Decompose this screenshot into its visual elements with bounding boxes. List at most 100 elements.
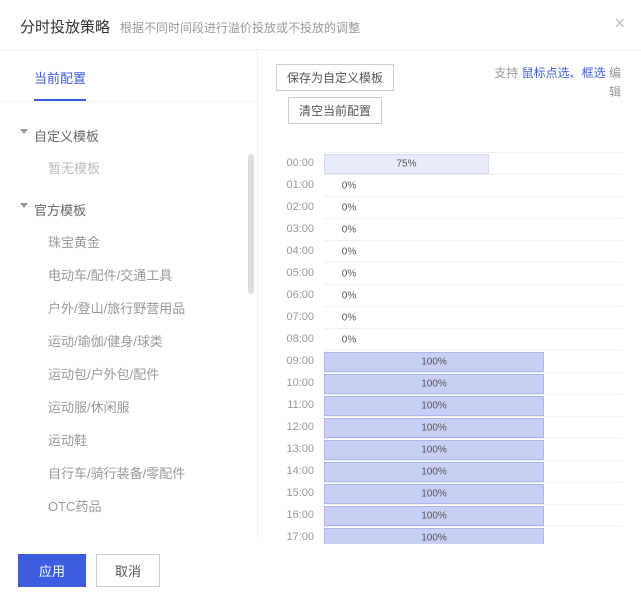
time-slot-label: 14:00 xyxy=(276,465,324,477)
time-slot-label: 13:00 xyxy=(276,443,324,455)
time-slot-bar-wrap[interactable]: 0% xyxy=(324,196,623,218)
template-item[interactable]: 珠宝黄金 xyxy=(0,225,257,258)
time-slot-row[interactable]: 03:000% xyxy=(276,218,623,240)
time-slot-row[interactable]: 00:0075% xyxy=(276,152,623,174)
group-official-templates[interactable]: 官方模板 xyxy=(0,194,257,225)
time-slot-bar-wrap[interactable]: 0% xyxy=(324,328,623,350)
time-slot-bar-wrap[interactable]: 100% xyxy=(324,504,623,526)
group-label: 官方模板 xyxy=(34,203,86,218)
modal-footer: 应用 取消 xyxy=(0,544,641,597)
time-slot-bar[interactable]: 100% xyxy=(324,396,544,416)
time-slot-label: 01:00 xyxy=(276,179,324,191)
time-slot-bar-wrap[interactable]: 0% xyxy=(324,284,623,306)
time-slot-bar[interactable]: 75% xyxy=(324,154,489,174)
time-slot-bar[interactable]: 0% xyxy=(324,198,374,218)
time-slot-label: 15:00 xyxy=(276,487,324,499)
save-as-template-button[interactable]: 保存为自定义模板 xyxy=(276,64,394,91)
time-slot-label: 16:00 xyxy=(276,509,324,521)
time-slot-bar-wrap[interactable]: 0% xyxy=(324,306,623,328)
time-slot-label: 05:00 xyxy=(276,267,324,279)
time-slot-label: 09:00 xyxy=(276,355,324,367)
time-slot-bar-wrap[interactable]: 0% xyxy=(324,174,623,196)
time-slot-value: 0% xyxy=(342,334,356,345)
time-slot-bar[interactable]: 100% xyxy=(324,352,544,372)
time-slot-bar[interactable]: 0% xyxy=(324,176,374,196)
time-slot-bar[interactable]: 0% xyxy=(324,286,374,306)
time-slot-bar[interactable]: 0% xyxy=(324,220,374,240)
group-custom-templates[interactable]: 自定义模板 xyxy=(0,120,257,151)
time-slot-value: 100% xyxy=(421,488,447,499)
time-slot-row[interactable]: 09:00 100% xyxy=(276,350,623,372)
time-slot-bar[interactable]: 0% xyxy=(324,242,374,262)
time-slot-bar-wrap[interactable]: 100% xyxy=(324,482,623,504)
time-slot-value: 100% xyxy=(421,532,447,543)
hint-mouse: 鼠标点选 xyxy=(522,66,570,80)
time-slot-bar-wrap[interactable]: 75% xyxy=(324,152,623,174)
time-slot-row[interactable]: 15:00 100% xyxy=(276,482,623,504)
time-slot-label: 17:00 xyxy=(276,531,324,543)
time-slot-value: 100% xyxy=(421,356,447,367)
time-slot-row[interactable]: 06:000% xyxy=(276,284,623,306)
template-item[interactable]: 户外/登山/旅行野营用品 xyxy=(0,291,257,324)
apply-button[interactable]: 应用 xyxy=(18,554,86,587)
template-item[interactable]: 运动鞋 xyxy=(0,423,257,456)
time-slot-bar[interactable]: 100% xyxy=(324,374,544,394)
time-slot-row[interactable]: 07:000% xyxy=(276,306,623,328)
time-slot-value: 0% xyxy=(342,268,356,279)
template-item[interactable]: 精制中药材 xyxy=(0,522,257,532)
time-slot-bar-wrap[interactable]: 100% xyxy=(324,438,623,460)
time-slot-bar-wrap[interactable]: 100% xyxy=(324,394,623,416)
template-item[interactable]: OTC药品 xyxy=(0,489,257,522)
time-slot-row[interactable]: 14:00100% xyxy=(276,460,623,482)
template-item[interactable]: 运动包/户外包/配件 xyxy=(0,357,257,390)
time-slot-bar-wrap[interactable]: 100% xyxy=(324,350,623,372)
time-slot-bar-wrap[interactable]: 100% xyxy=(324,372,623,394)
time-slot-bar-wrap[interactable]: 100% xyxy=(324,416,623,438)
time-slot-value: 0% xyxy=(342,202,356,213)
time-slot-value: 0% xyxy=(342,246,356,257)
time-slot-row[interactable]: 02:000% xyxy=(276,196,623,218)
time-slot-row[interactable]: 12:00100% xyxy=(276,416,623,438)
time-slot-row[interactable]: 10:00100% xyxy=(276,372,623,394)
template-item[interactable]: 运动/瑜伽/健身/球类 xyxy=(0,324,257,357)
template-item[interactable]: 运动服/休闲服 xyxy=(0,390,257,423)
time-slot-bar[interactable]: 100% xyxy=(324,440,544,460)
time-slot-value: 0% xyxy=(342,224,356,235)
time-slot-bar[interactable]: 100% xyxy=(324,506,544,526)
time-slot-bar-wrap[interactable]: 0% xyxy=(324,240,623,262)
time-slot-bar-wrap[interactable]: 0% xyxy=(324,262,623,284)
template-item[interactable]: 电动车/配件/交通工具 xyxy=(0,258,257,291)
clear-config-button[interactable]: 清空当前配置 xyxy=(288,97,382,124)
time-slot-row[interactable]: 08:000% xyxy=(276,328,623,350)
template-item[interactable]: 自行车/骑行装备/零配件 xyxy=(0,456,257,489)
hint-sep: 、 xyxy=(570,66,582,80)
time-slot-bar[interactable]: 100% xyxy=(324,462,544,482)
cancel-button[interactable]: 取消 xyxy=(96,554,160,587)
time-slot-value: 100% xyxy=(421,378,447,389)
time-slot-bar[interactable]: 0% xyxy=(324,308,374,328)
time-slot-chart[interactable]: 00:0075%01:000%02:000%03:000%04:000%05:0… xyxy=(276,152,623,552)
time-slot-bar-wrap[interactable]: 0% xyxy=(324,218,623,240)
time-slot-bar-wrap[interactable]: 100% xyxy=(324,460,623,482)
time-slot-label: 06:00 xyxy=(276,289,324,301)
close-icon[interactable]: × xyxy=(614,14,625,32)
modal-subtitle: 根据不同时间段进行溢价投放或不投放的调整 xyxy=(120,19,360,36)
time-slot-bar[interactable]: 0% xyxy=(324,264,374,284)
tab-current-config[interactable]: 当前配置 xyxy=(34,64,86,91)
time-slot-row[interactable]: 04:000% xyxy=(276,240,623,262)
tabs: 当前配置 xyxy=(0,50,257,101)
time-slot-row[interactable]: 05:00 0% xyxy=(276,262,623,284)
right-panel: 保存为自定义模板 清空当前配置 支持 鼠标点选、框选 编辑 00:0075%01… xyxy=(258,50,641,538)
template-tree: 自定义模板 暂无模板 官方模板 珠宝黄金 电动车/配件/交通工具 户外/登山/旅… xyxy=(0,102,257,532)
time-slot-row[interactable]: 16:00100% xyxy=(276,504,623,526)
hint-suffix: 编辑 xyxy=(606,66,621,99)
time-slot-label: 07:00 xyxy=(276,311,324,323)
time-slot-bar[interactable]: 100% xyxy=(324,484,544,504)
time-slot-row[interactable]: 11:00100% xyxy=(276,394,623,416)
time-slot-bar[interactable]: 0% xyxy=(324,330,374,350)
time-slot-row[interactable]: 01:000% xyxy=(276,174,623,196)
empty-template-item: 暂无模板 xyxy=(0,151,257,184)
time-slot-bar[interactable]: 100% xyxy=(324,418,544,438)
time-slot-row[interactable]: 13:00100% xyxy=(276,438,623,460)
time-slot-value: 100% xyxy=(421,422,447,433)
